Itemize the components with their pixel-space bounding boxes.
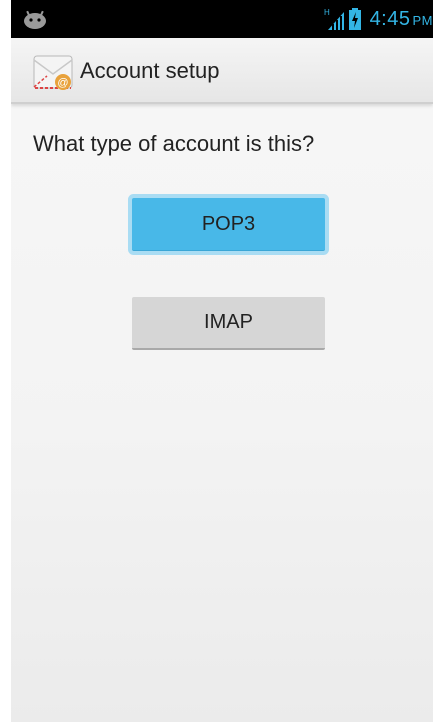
clock-time: 4:45 [369, 7, 411, 30]
svg-text:@: @ [57, 77, 68, 89]
status-bar: H 4:45 PM [11, 0, 433, 38]
imap-button[interactable]: IMAP [132, 297, 325, 350]
android-notification-icon [24, 10, 46, 29]
network-type-label: H [324, 8, 330, 17]
action-bar-title: Account setup [80, 58, 220, 83]
action-bar: @ Account setup [11, 38, 433, 104]
status-clock: 4:45 PM [370, 8, 433, 31]
battery-charging-icon [348, 8, 361, 30]
clock-ampm: PM [412, 12, 433, 28]
status-indicators: H 4:45 PM [324, 0, 433, 38]
phone-screen: H 4:45 PM @ Account setup What type of a… [11, 0, 433, 722]
email-app-icon[interactable]: @ [31, 50, 75, 94]
account-type-question: What type of account is this? [33, 131, 315, 156]
signal-icon: H [324, 8, 344, 30]
pop3-button[interactable]: POP3 [132, 198, 325, 251]
